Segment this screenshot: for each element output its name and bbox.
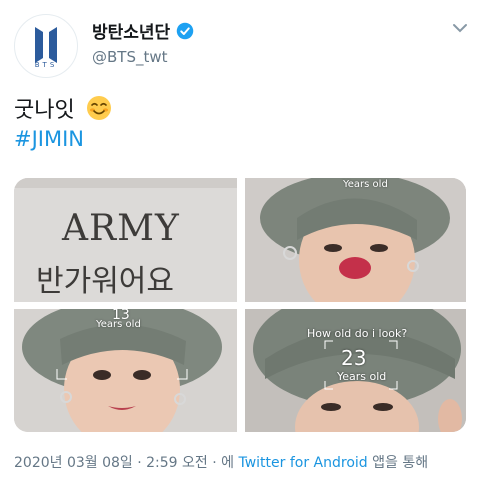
age-filter-label: Years old bbox=[96, 319, 141, 330]
photo-tile-1[interactable]: ARMY 반가워어요 bbox=[14, 178, 237, 302]
hashtag-link[interactable]: #JIMIN bbox=[14, 127, 84, 151]
age-estimate: 23 bbox=[341, 346, 367, 370]
selfie-photo bbox=[245, 178, 466, 302]
smiling-face-emoji-icon bbox=[86, 96, 111, 120]
media-grid[interactable]: ARMY 반가워어요 Years old 13 Years old How ol… bbox=[14, 178, 466, 432]
handle[interactable]: @BTS_twt bbox=[92, 48, 168, 66]
tweet-source-link[interactable]: Twitter for Android bbox=[238, 455, 367, 471]
chevron-down-icon[interactable] bbox=[452, 22, 468, 34]
tweet-timestamp-row: 2020년 03월 08일 · 2:59 오전 · 에 Twitter for … bbox=[14, 452, 428, 472]
handwritten-text-line-2: 반가워어요 bbox=[36, 264, 174, 299]
tweet-text: 굿나잇 bbox=[14, 95, 112, 127]
tweet-text-body: 굿나잇 bbox=[14, 98, 75, 123]
display-name[interactable]: 방탄소년단 bbox=[92, 18, 170, 43]
tweet-source-suffix: 앱을 통해 bbox=[372, 455, 429, 471]
handwritten-text-line-1: ARMY bbox=[62, 208, 180, 249]
age-filter-label: Years old bbox=[337, 370, 387, 383]
avatar[interactable]: BTS bbox=[14, 14, 78, 78]
account-name-row[interactable]: 방탄소년단 bbox=[92, 18, 194, 43]
photo-tile-2[interactable]: Years old bbox=[245, 178, 466, 302]
photo-tile-4[interactable]: How old do i look? 23 Years old bbox=[245, 309, 466, 432]
tweet-timestamp[interactable]: 2020년 03월 08일 · 2:59 오전 · 에 bbox=[14, 455, 234, 471]
age-filter-label: Years old bbox=[343, 179, 388, 190]
age-filter-question: How old do i look? bbox=[307, 327, 408, 340]
verified-badge-icon bbox=[176, 22, 194, 39]
photo-tile-3[interactable]: 13 Years old bbox=[14, 309, 237, 432]
avatar-logo-text: BTS bbox=[34, 61, 58, 69]
